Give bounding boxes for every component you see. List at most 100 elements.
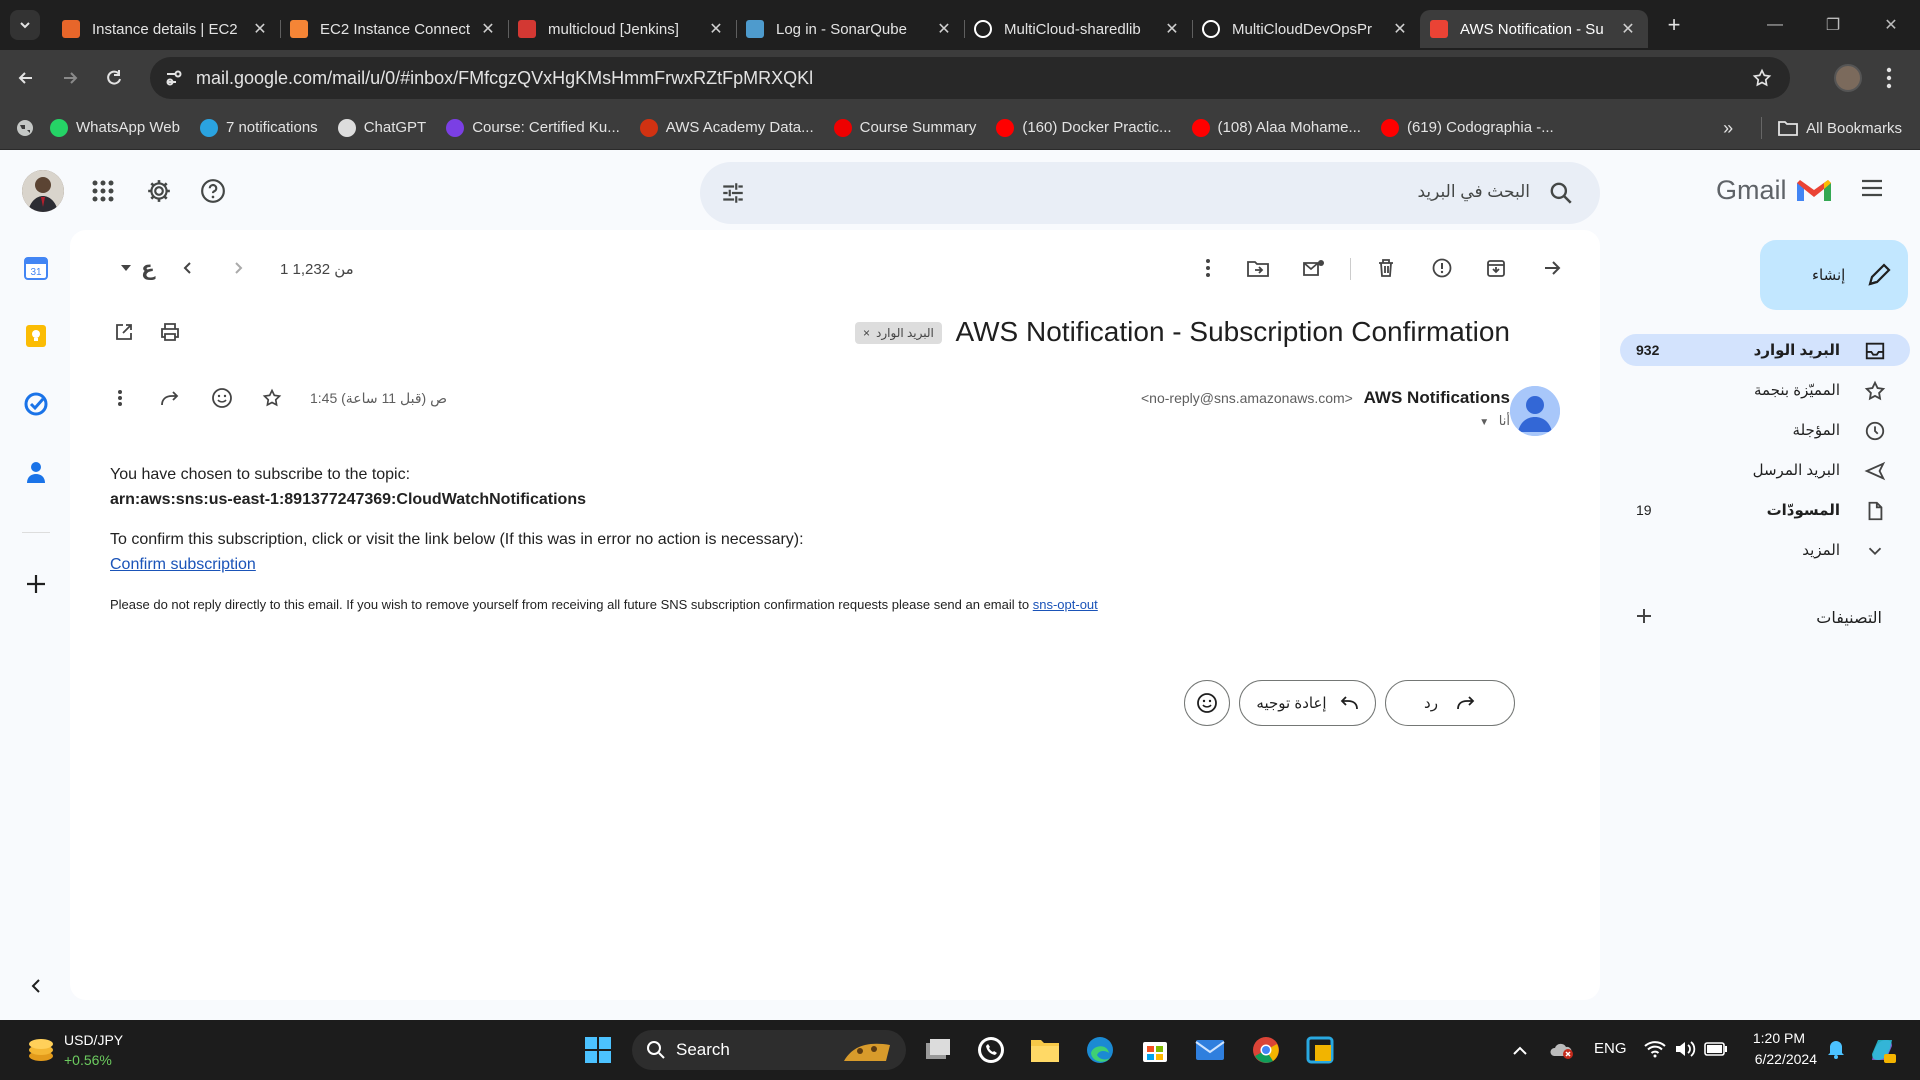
chrome-profile-avatar[interactable] [1834, 64, 1862, 92]
nav-item[interactable]: 19 المسودّات [1620, 494, 1910, 526]
google-apps-icon[interactable] [92, 180, 114, 202]
browser-tab[interactable]: MultiCloudDevOpsPr ✕ [1192, 10, 1420, 48]
bookmark-item[interactable]: Course Summary [833, 118, 976, 137]
input-tools-toggle[interactable]: ع [132, 252, 164, 284]
forward-icon-button[interactable] [154, 382, 186, 414]
nav-item[interactable]: البريد المرسل [1620, 454, 1910, 486]
add-reaction-button[interactable] [206, 382, 238, 414]
minimize-button[interactable]: — [1746, 0, 1804, 50]
battery-icon[interactable] [1704, 1042, 1728, 1056]
search-icon[interactable] [1548, 180, 1574, 206]
bookmark-item[interactable]: (619) Codographia -... [1380, 118, 1554, 137]
sender-name[interactable]: AWS Notifications [1364, 388, 1510, 407]
reload-button[interactable] [96, 60, 132, 96]
task-view-button[interactable] [920, 1032, 956, 1068]
account-avatar[interactable] [22, 170, 64, 212]
restore-button[interactable]: ❐ [1804, 0, 1862, 50]
chrome-menu-icon[interactable] [1886, 64, 1892, 92]
remove-label-button[interactable]: × [863, 326, 870, 340]
sender-avatar[interactable] [1510, 386, 1560, 436]
nav-item[interactable]: المزيد [1620, 534, 1910, 566]
close-tab-button[interactable]: ✕ [478, 19, 498, 39]
input-language[interactable]: ENG [1594, 1040, 1627, 1057]
forward-button[interactable] [52, 60, 88, 96]
keep-app-button[interactable] [22, 322, 50, 350]
bookmark-item[interactable]: (160) Docker Practic... [996, 118, 1172, 137]
all-bookmarks-label[interactable]: All Bookmarks [1806, 120, 1902, 137]
calendar-app-button[interactable]: 31 [22, 254, 50, 282]
snipping-tool-button[interactable] [1302, 1032, 1338, 1068]
edge-button[interactable] [1082, 1032, 1118, 1068]
browser-tab[interactable]: AWS Notification - Su ✕ [1420, 10, 1648, 48]
search-placeholder[interactable]: البحث في البريد [1417, 182, 1530, 202]
url-text[interactable]: mail.google.com/mail/u/0/#inbox/FMfcgzQV… [196, 68, 813, 89]
get-addons-button[interactable] [22, 570, 50, 598]
mail-search-bar[interactable]: البحث في البريد [700, 162, 1600, 224]
bookmark-item[interactable]: 7 notifications [199, 118, 318, 137]
bookmark-item[interactable]: Course: Certified Ku... [446, 118, 620, 137]
reply-button[interactable]: رد [1385, 680, 1515, 726]
notification-bell-icon[interactable] [1826, 1038, 1846, 1060]
newer-message-button[interactable] [172, 252, 204, 284]
microsoft-store-button[interactable] [1137, 1032, 1173, 1068]
recipient-details[interactable]: ▼ أنا [1479, 413, 1510, 429]
wifi-icon[interactable] [1644, 1040, 1666, 1058]
open-in-new-window-button[interactable] [108, 316, 140, 348]
more-bookmarks-chevron[interactable]: » [1723, 118, 1733, 139]
close-tab-button[interactable]: ✕ [1162, 19, 1182, 39]
browser-tab[interactable]: MultiCloud-sharedlib ✕ [964, 10, 1193, 48]
start-button[interactable] [580, 1032, 616, 1068]
back-to-inbox-button[interactable] [1536, 252, 1568, 284]
site-info-icon[interactable] [164, 68, 184, 88]
chrome-taskbar-button[interactable] [1248, 1032, 1284, 1068]
new-tab-button[interactable]: + [1658, 9, 1690, 41]
close-tab-button[interactable]: ✕ [1390, 19, 1410, 39]
tab-search-button[interactable] [10, 10, 40, 40]
bookmark-item[interactable]: ChatGPT [337, 118, 426, 137]
close-window-button[interactable]: ✕ [1862, 0, 1920, 50]
search-options-icon[interactable] [720, 180, 746, 206]
contacts-app-button[interactable] [22, 458, 50, 486]
gmail-logo[interactable]: Gmail [1716, 175, 1833, 206]
clock-time[interactable]: 1:20 PM [1753, 1030, 1805, 1046]
nav-item[interactable]: 932 البريد الوارد [1620, 334, 1910, 366]
onedrive-icon[interactable] [1550, 1040, 1574, 1060]
taskbar-search[interactable]: Search [632, 1030, 906, 1070]
mail-app-button[interactable] [1192, 1032, 1228, 1068]
browser-tab[interactable]: multicloud [Jenkins] ✕ [508, 10, 737, 48]
bookmark-item[interactable]: (108) Alaa Mohame... [1191, 118, 1361, 137]
move-to-button[interactable] [1242, 252, 1274, 284]
mark-unread-button[interactable] [1298, 252, 1330, 284]
tasks-app-button[interactable] [22, 390, 50, 418]
clock-date[interactable]: 6/22/2024 [1755, 1051, 1817, 1067]
browser-tab[interactable]: Log in - SonarQube ✕ [736, 10, 965, 48]
archive-button[interactable] [1480, 252, 1512, 284]
confirm-subscription-link[interactable]: Confirm subscription [110, 556, 256, 573]
message-more-button[interactable] [104, 382, 136, 414]
report-spam-button[interactable] [1426, 252, 1458, 284]
address-bar[interactable]: mail.google.com/mail/u/0/#inbox/FMfcgzQV… [150, 57, 1790, 99]
help-icon[interactable] [200, 178, 226, 204]
whatsapp-taskbar-button[interactable] [973, 1032, 1009, 1068]
older-message-button[interactable] [222, 252, 254, 284]
close-tab-button[interactable]: ✕ [250, 19, 270, 39]
nav-item[interactable]: المميّزة بنجمة [1620, 374, 1910, 406]
bookmark-item[interactable]: WhatsApp Web [50, 118, 180, 137]
close-tab-button[interactable]: ✕ [706, 19, 726, 39]
star-message-button[interactable] [256, 382, 288, 414]
copilot-icon[interactable] [1866, 1034, 1898, 1066]
compose-button[interactable]: إنشاء [1760, 240, 1908, 310]
sns-opt-out-link[interactable]: sns-opt-out [1033, 597, 1098, 612]
delete-button[interactable] [1370, 252, 1402, 284]
weather-widget[interactable] [26, 1034, 56, 1064]
nav-item[interactable]: المؤجلة [1620, 414, 1910, 446]
volume-icon[interactable] [1674, 1040, 1696, 1058]
back-button[interactable] [8, 60, 44, 96]
hide-side-panel-button[interactable] [22, 972, 50, 1000]
file-explorer-button[interactable] [1027, 1032, 1063, 1068]
settings-gear-icon[interactable] [146, 178, 172, 204]
browser-tab[interactable]: Instance details | EC2 ✕ [52, 10, 281, 48]
forward-button[interactable]: إعادة توجيه [1239, 680, 1376, 726]
main-menu-icon[interactable] [1860, 178, 1884, 198]
emoji-reaction-button[interactable] [1184, 680, 1230, 726]
